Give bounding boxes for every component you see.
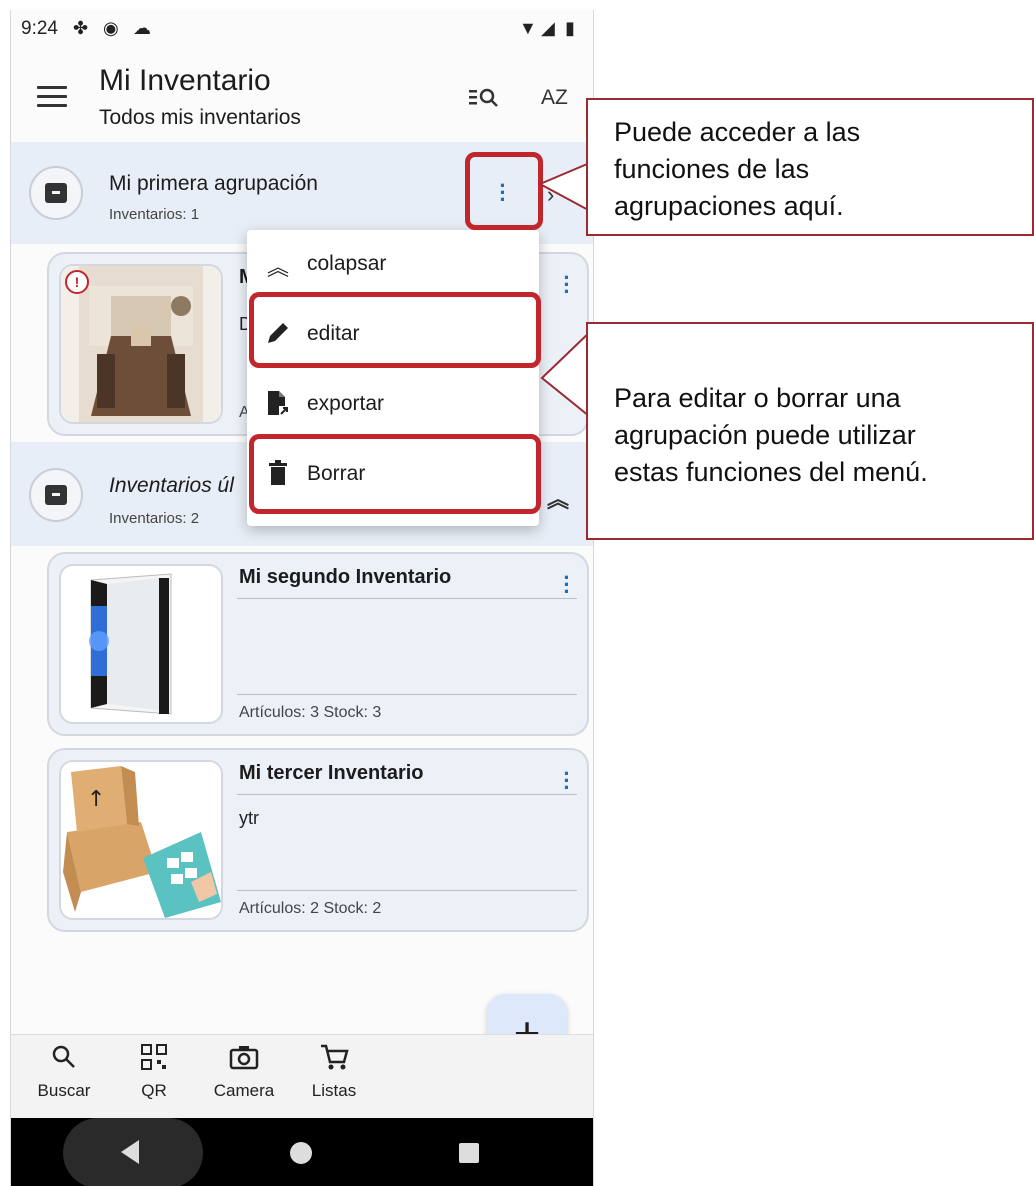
callout-line: funciones de las <box>614 154 810 184</box>
callout-line: Puede acceder a las <box>614 117 861 147</box>
callout-line: agrupaciones aquí. <box>614 191 844 221</box>
callout-edit-delete: Para editar o borrar una agrupación pued… <box>586 322 1034 540</box>
callout-line: estas funciones del menú. <box>614 457 928 487</box>
callout-group-functions: Puede acceder a las funciones de las agr… <box>586 98 1034 236</box>
callout-line: agrupación puede utilizar <box>614 420 916 450</box>
callout-line: Para editar o borrar una <box>614 383 901 413</box>
